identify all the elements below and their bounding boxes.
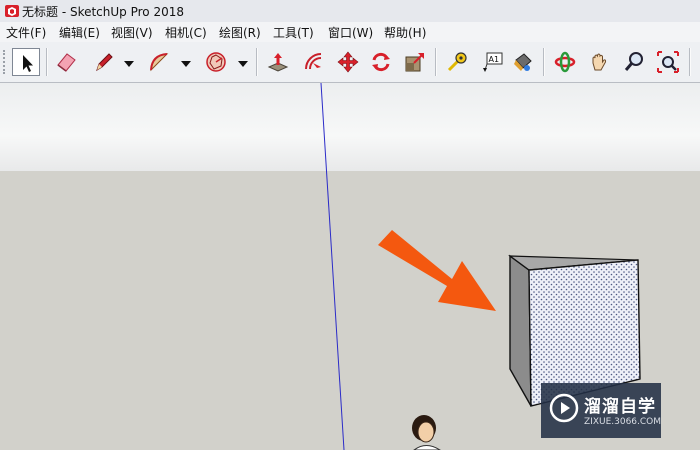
hand-icon	[592, 53, 607, 71]
site-watermark: 溜溜自学 ZIXUE.3066.COM	[541, 383, 661, 438]
play-logo-icon	[549, 393, 579, 423]
zoom-extents-icon	[657, 51, 679, 73]
sketchup-logo-icon	[5, 5, 19, 17]
shapes-tool-button[interactable]	[202, 48, 230, 76]
arc-dropdown-arrow[interactable]	[181, 54, 191, 68]
chevron-down-icon	[124, 61, 134, 67]
paint-bucket-tool-button[interactable]	[508, 48, 536, 76]
menu-help[interactable]: 帮助(H)	[384, 24, 426, 41]
toolbar-separator	[689, 48, 691, 76]
pencil-icon	[96, 53, 113, 72]
toolbar-separator	[543, 48, 545, 76]
toolbar-separator	[46, 48, 48, 76]
pan-tool-button[interactable]	[585, 48, 613, 76]
polygon-icon	[206, 52, 226, 72]
menu-camera[interactable]: 相机(C)	[165, 24, 207, 41]
menu-file[interactable]: 文件(F)	[6, 24, 46, 41]
push-pull-tool-button[interactable]	[264, 48, 292, 76]
zoom-extents-tool-button[interactable]	[654, 48, 682, 76]
toolbar-separator	[435, 48, 437, 76]
paint-bucket-icon	[514, 53, 532, 71]
scale-icon	[405, 53, 424, 72]
tape-measure-icon	[447, 52, 467, 72]
move-tool-button[interactable]	[334, 48, 362, 76]
watermark-url: ZIXUE.3066.COM	[584, 417, 662, 427]
orbit-icon	[554, 51, 576, 73]
magnifier-icon	[624, 52, 643, 71]
scale-tool-button[interactable]	[401, 48, 429, 76]
person-figure	[412, 415, 441, 450]
menu-window[interactable]: 窗口(W)	[328, 24, 373, 41]
menu-edit[interactable]: 编辑(E)	[59, 24, 100, 41]
eraser-tool-button[interactable]	[52, 48, 80, 76]
pointer-arrow	[378, 230, 496, 311]
toolbar-separator	[256, 48, 258, 76]
window-title: 无标题 - SketchUp Pro 2018	[22, 5, 184, 19]
watermark-title: 溜溜自学	[584, 397, 656, 417]
offset-icon	[305, 53, 322, 70]
select-tool-button[interactable]	[12, 48, 40, 76]
rotate-tool-button[interactable]	[367, 48, 395, 76]
zoom-tool-button[interactable]	[620, 48, 648, 76]
menu-bar: 文件(F) 编辑(E) 视图(V) 相机(C) 绘图(R) 工具(T) 窗口(W…	[0, 22, 700, 43]
main-toolbar: A1	[0, 42, 700, 83]
svg-text:A1: A1	[489, 55, 500, 64]
shapes-dropdown-arrow[interactable]	[238, 54, 248, 68]
chevron-down-icon	[181, 61, 191, 67]
move-icon	[337, 51, 359, 73]
text-label-icon: A1	[483, 52, 503, 72]
arrow-cursor-icon	[23, 55, 33, 72]
offset-tool-button[interactable]	[300, 48, 328, 76]
menu-draw[interactable]: 绘图(R)	[219, 24, 261, 41]
eraser-icon	[57, 53, 76, 72]
toolbar-grip[interactable]	[3, 50, 9, 74]
blue-axis-line	[320, 83, 345, 450]
arc-tool-button[interactable]	[145, 48, 173, 76]
arc-icon	[150, 53, 169, 72]
title-bar: 无标题 - SketchUp Pro 2018	[0, 0, 700, 23]
chevron-down-icon	[238, 61, 248, 67]
tape-measure-tool-button[interactable]	[443, 48, 471, 76]
orbit-tool-button[interactable]	[551, 48, 579, 76]
menu-view[interactable]: 视图(V)	[111, 24, 153, 41]
menu-tools[interactable]: 工具(T)	[273, 24, 314, 41]
line-tool-button[interactable]	[90, 48, 118, 76]
line-dropdown-arrow[interactable]	[124, 54, 134, 68]
push-pull-icon	[267, 53, 289, 72]
rotate-icon	[372, 52, 390, 72]
text-tool-button[interactable]: A1	[478, 48, 506, 76]
